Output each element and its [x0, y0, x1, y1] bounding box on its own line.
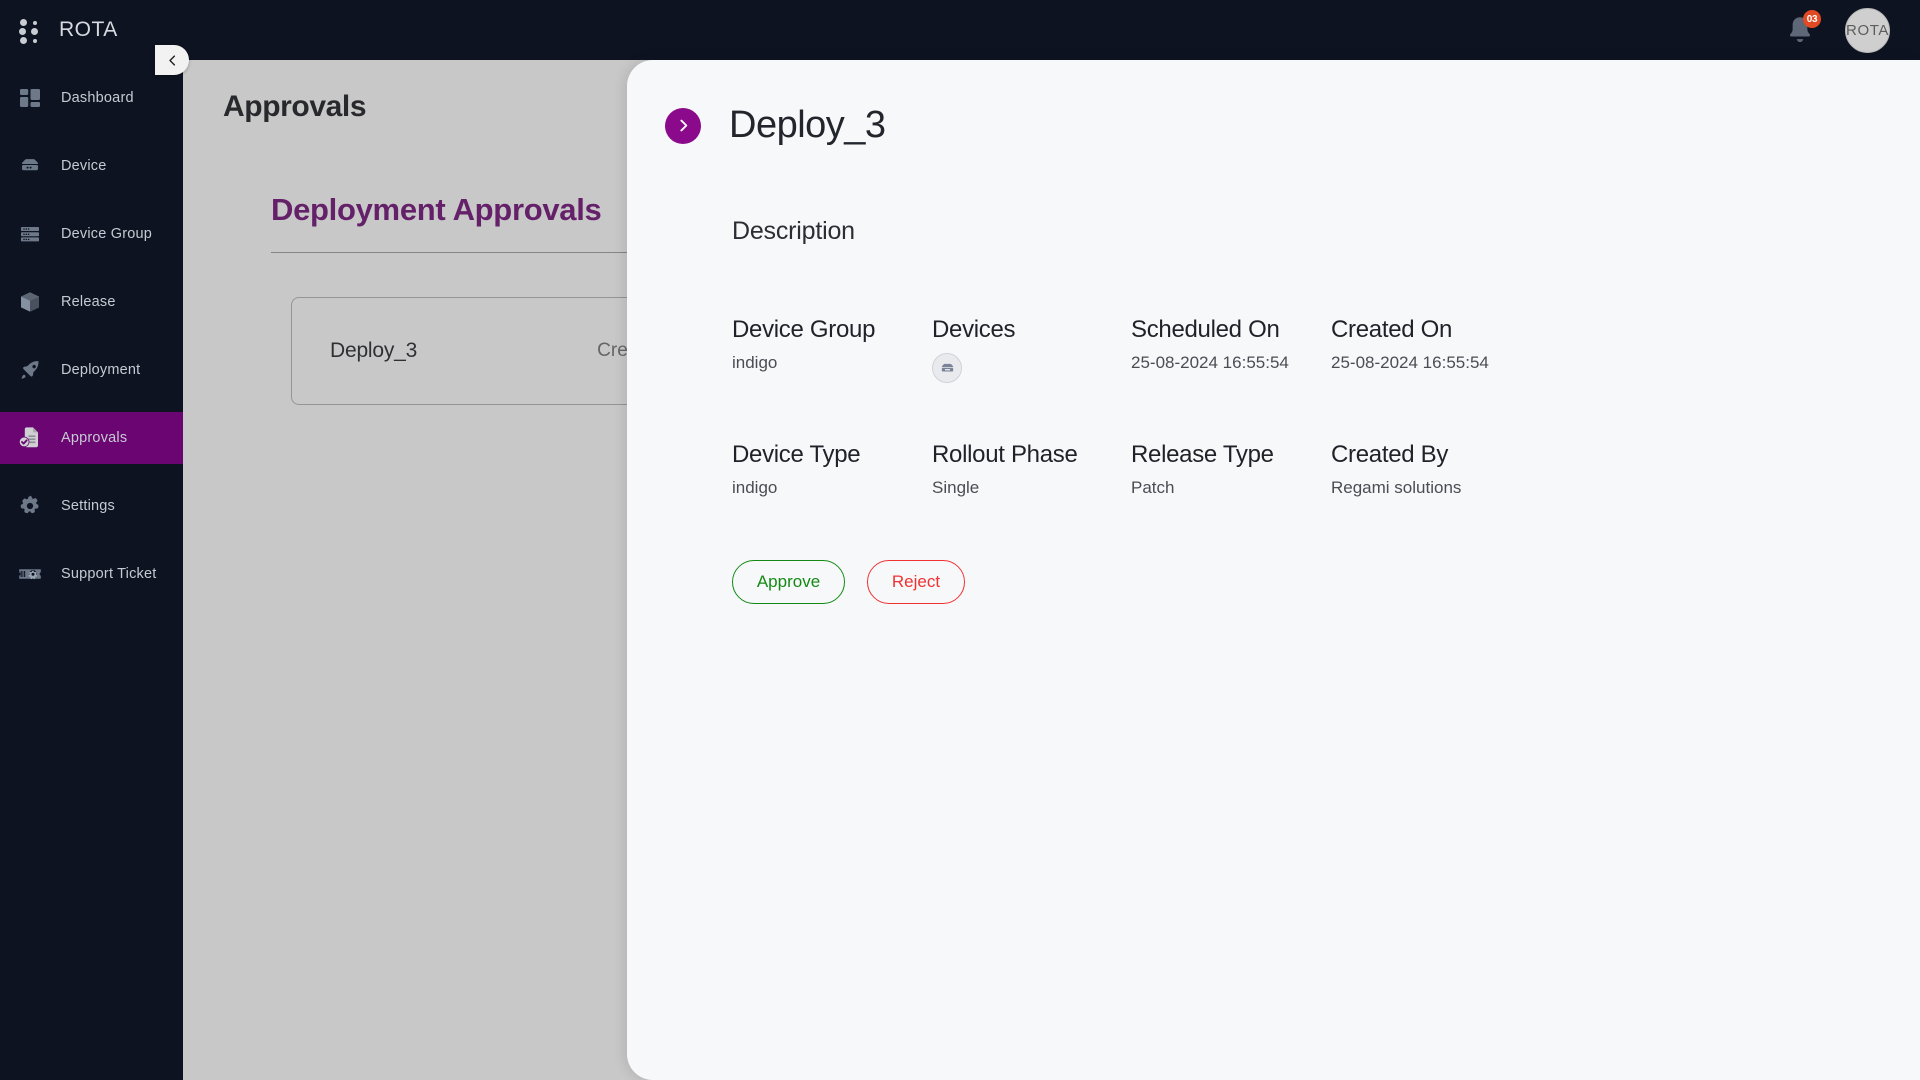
- panel-title: Deploy_3: [729, 104, 886, 146]
- detail-field-label: Devices: [932, 316, 1016, 343]
- detail-field: Created By Regami solutions: [1331, 441, 1661, 498]
- dashboard-icon: [17, 85, 43, 111]
- device-icon: [17, 153, 43, 179]
- ticket-icon: [17, 561, 43, 587]
- detail-field: Release Type Patch: [1131, 441, 1331, 498]
- sidebar-item-support-ticket[interactable]: Support Ticket: [0, 548, 183, 600]
- panel-body: Description Device Group indigo Devices …: [627, 147, 1920, 604]
- detail-field: Rollout Phase Single: [932, 441, 1131, 498]
- deployment-detail-panel: Deploy_3 Description Device Group indigo…: [627, 60, 1920, 1080]
- sidebar-item-label: Settings: [61, 498, 115, 514]
- detail-field-value: 25-08-2024 16:55:54: [1331, 353, 1489, 372]
- sidebar: Dashboard Device Device Group Release De…: [0, 60, 183, 1080]
- detail-field-label: Created By: [1331, 441, 1449, 468]
- brand[interactable]: ROTA: [0, 15, 225, 45]
- detail-field: Scheduled On 25-08-2024 16:55:54: [1131, 316, 1331, 383]
- sidebar-item-label: Dashboard: [61, 90, 134, 106]
- grid-dots-icon[interactable]: [18, 15, 44, 45]
- detail-field-label: Device Type: [732, 441, 861, 468]
- sidebar-item-label: Support Ticket: [61, 566, 157, 582]
- detail-field: Device Group indigo: [732, 316, 932, 383]
- sidebar-item-label: Release: [61, 294, 116, 310]
- chevron-right-icon: [679, 119, 687, 132]
- detail-field-value: Patch: [1131, 478, 1175, 497]
- detail-field-grid: Device Group indigo Devices Scheduled On…: [732, 316, 1920, 498]
- panel-actions: Approve Reject: [732, 560, 1920, 604]
- detail-field: Devices: [932, 316, 1131, 383]
- brand-label: ROTA: [59, 18, 118, 41]
- sidebar-item-label: Approvals: [61, 430, 128, 446]
- detail-field-label: Created On: [1331, 316, 1453, 343]
- sidebar-collapse-button[interactable]: [155, 45, 189, 75]
- panel-header: Deploy_3: [627, 104, 1920, 147]
- sidebar-item-label: Device: [61, 158, 107, 174]
- sidebar-item-label: Deployment: [61, 362, 141, 378]
- chevron-left-icon: [168, 54, 175, 66]
- detail-field-value: indigo: [732, 353, 778, 372]
- sidebar-item-label: Device Group: [61, 226, 153, 242]
- panel-close-button[interactable]: [665, 107, 701, 144]
- reject-button[interactable]: Reject: [867, 560, 965, 604]
- detail-field-label: Rollout Phase: [932, 441, 1078, 468]
- approve-button[interactable]: Approve: [732, 560, 845, 604]
- detail-field: Device Type indigo: [732, 441, 932, 498]
- sidebar-item-deployment[interactable]: Deployment: [0, 344, 183, 396]
- sidebar-item-device-group[interactable]: Device Group: [0, 208, 183, 260]
- top-bar: ROTA 03 ROTA: [0, 0, 1920, 60]
- description-label: Description: [732, 217, 855, 245]
- detail-field-label: Release Type: [1131, 441, 1274, 468]
- detail-field-value: indigo: [732, 478, 778, 497]
- sidebar-item-settings[interactable]: Settings: [0, 480, 183, 532]
- sidebar-item-device[interactable]: Device: [0, 140, 183, 192]
- sidebar-item-release[interactable]: Release: [0, 276, 183, 328]
- avatar-label: ROTA: [1846, 21, 1889, 39]
- detail-field-label: Scheduled On: [1131, 316, 1280, 343]
- device-group-icon: [17, 221, 43, 247]
- notification-badge: 03: [1803, 10, 1821, 28]
- approvals-icon: [17, 425, 43, 451]
- sidebar-item-dashboard[interactable]: Dashboard: [0, 72, 183, 124]
- detail-field-value: Single: [932, 478, 980, 497]
- notification-button[interactable]: 03: [1783, 10, 1821, 47]
- package-icon: [17, 289, 43, 315]
- detail-field-value: Regami solutions: [1331, 478, 1462, 497]
- detail-field-label: Device Group: [732, 316, 876, 343]
- device-avatar-icon[interactable]: [932, 353, 962, 383]
- sidebar-item-approvals[interactable]: Approvals: [0, 412, 183, 464]
- avatar[interactable]: ROTA: [1845, 7, 1890, 53]
- detail-field: Created On 25-08-2024 16:55:54: [1331, 316, 1661, 383]
- rocket-icon: [17, 357, 43, 383]
- detail-field-value: 25-08-2024 16:55:54: [1131, 353, 1289, 372]
- gear-icon: [17, 493, 43, 519]
- top-bar-actions: 03 ROTA: [1783, 7, 1920, 53]
